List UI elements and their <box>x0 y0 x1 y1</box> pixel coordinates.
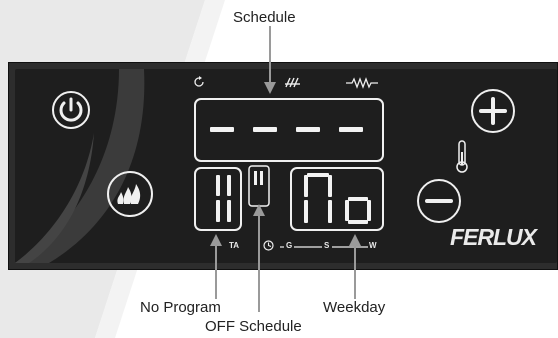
minus-button[interactable] <box>416 178 462 224</box>
callout-no-program: No Program <box>140 299 221 316</box>
plus-icon <box>479 97 507 125</box>
no-segments <box>304 173 371 224</box>
off-schedule-display <box>248 165 270 207</box>
weekday-pointer <box>349 234 361 299</box>
brand-text: FERLUX <box>450 224 537 250</box>
cycle-icon <box>194 76 204 87</box>
dash-segments <box>210 127 363 132</box>
no-program-pointer <box>210 234 222 299</box>
schedule-pointer <box>264 26 276 94</box>
label-s: S <box>324 241 330 250</box>
flame-button[interactable] <box>106 170 154 218</box>
plus-button[interactable] <box>470 88 516 134</box>
callout-weekday: Weekday <box>323 299 386 316</box>
main-display <box>194 98 384 162</box>
off-schedule-pointer <box>253 204 265 312</box>
brand-logo: FERLUX <box>450 224 537 251</box>
callout-schedule: Schedule <box>233 9 296 26</box>
weekday-display <box>290 167 384 231</box>
thermometer-icon <box>456 140 468 173</box>
power-icon <box>59 97 83 122</box>
label-ta: TA <box>229 241 240 250</box>
heater-icon <box>285 77 300 88</box>
flame-icon <box>117 184 141 204</box>
resistance-icon <box>346 77 378 89</box>
program-digit-segments <box>216 175 231 222</box>
label-w: W <box>369 241 377 250</box>
label-g: G <box>286 241 293 250</box>
program-display <box>194 167 242 231</box>
power-button[interactable] <box>51 90 91 130</box>
callout-off-schedule: OFF Schedule <box>205 318 302 335</box>
